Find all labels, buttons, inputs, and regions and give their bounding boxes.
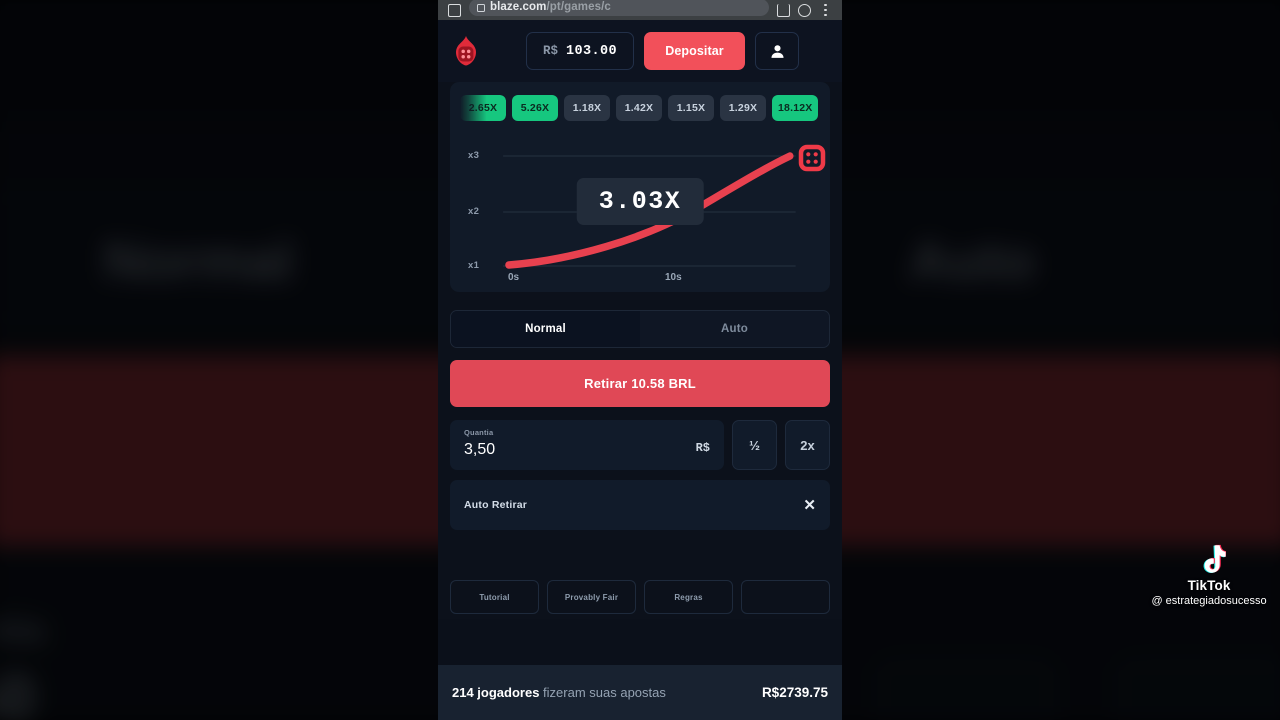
download-icon[interactable]	[777, 3, 790, 17]
balance-amount: 103.00	[566, 43, 618, 59]
lock-icon	[477, 3, 485, 12]
balance-display[interactable]: R$ 103.00	[526, 32, 634, 70]
history-chip[interactable]: 2.65X	[460, 95, 506, 121]
history-chip[interactable]: 1.15X	[668, 95, 714, 121]
tabs-icon[interactable]	[448, 3, 461, 17]
players-text: fizeram suas apostas	[539, 685, 666, 700]
y-tick-x1: x1	[468, 260, 480, 271]
players-status: 214 jogadores fizeram suas apostas	[452, 685, 666, 700]
tab-auto[interactable]: Auto	[640, 311, 829, 347]
amount-row: Quantia R$ ½ 2x	[450, 420, 830, 470]
history-chip[interactable]: 5.26X	[512, 95, 558, 121]
bet-controls: Normal Auto Retirar 10.58 BRL Quantia R$…	[438, 310, 842, 530]
game-panel: 2.65X 5.26X 1.18X 1.42X 1.15X 1.29X 18.1…	[450, 82, 830, 292]
kebab-menu-icon[interactable]	[819, 3, 832, 17]
person-icon	[770, 44, 784, 58]
account-button[interactable]	[755, 32, 799, 70]
y-tick-x3: x3	[468, 150, 480, 161]
status-spacer	[438, 619, 842, 665]
players-count: 214 jogadores	[452, 685, 540, 700]
provably-fair-button[interactable]: Provably Fair	[547, 580, 636, 614]
bets-status-bar: 214 jogadores fizeram suas apostas R$273…	[438, 665, 842, 720]
amount-input[interactable]	[464, 441, 624, 459]
phone-viewport: blaze.com/pt/games/c R$ 103.00 Depositar	[438, 0, 842, 720]
amount-input-wrapper[interactable]: Quantia R$	[450, 420, 724, 470]
tab-normal[interactable]: Normal	[451, 311, 640, 347]
total-bets-amount: R$2739.75	[761, 685, 828, 700]
tutorial-button[interactable]: Tutorial	[450, 580, 539, 614]
cashout-button[interactable]: Retirar 10.58 BRL	[450, 360, 830, 407]
account-circle-icon[interactable]	[798, 3, 811, 17]
screen-root: x1 0s Normal Auto Quantia 3,50 ½ 2x bla	[0, 0, 1280, 720]
dice-cursor-icon	[798, 144, 826, 172]
footer-links: Tutorial Provably Fair Regras	[438, 580, 842, 614]
history-chip[interactable]: 18.12X	[772, 95, 819, 121]
halve-amount-button[interactable]: ½	[732, 420, 777, 470]
mode-tabs: Normal Auto	[450, 310, 830, 348]
auto-cashout-row[interactable]: Auto Retirar ✕	[450, 480, 830, 530]
amount-currency: R$	[695, 441, 710, 455]
balance-currency: R$	[542, 44, 558, 58]
blaze-flame-dice-logo[interactable]	[452, 36, 480, 66]
app-header: R$ 103.00 Depositar	[438, 20, 842, 82]
history-chip[interactable]: 1.42X	[616, 95, 662, 121]
auto-cashout-label: Auto Retirar	[464, 499, 528, 511]
deposit-button[interactable]: Depositar	[644, 32, 745, 70]
history-chip[interactable]: 1.29X	[720, 95, 766, 121]
multiplier-history: 2.65X 5.26X 1.18X 1.42X 1.15X 1.29X 18.1…	[460, 94, 820, 122]
double-amount-button[interactable]: 2x	[785, 420, 830, 470]
y-tick-x2: x2	[468, 206, 480, 217]
close-icon[interactable]: ✕	[803, 498, 816, 513]
x-tick-0s: 0s	[508, 272, 520, 283]
footer-button-obscured[interactable]	[741, 580, 830, 614]
browser-toolbar: blaze.com/pt/games/c	[438, 0, 842, 20]
address-bar[interactable]: blaze.com/pt/games/c	[469, 0, 769, 16]
current-multiplier: 3.03X	[576, 178, 704, 225]
crash-graph: x3 x2 x1 0s 10s 3.03X	[460, 134, 826, 284]
x-tick-10s: 10s	[665, 272, 682, 283]
history-chip[interactable]: 1.18X	[564, 95, 610, 121]
regras-button[interactable]: Regras	[644, 580, 733, 614]
url-text: blaze.com/pt/games/c	[490, 0, 611, 13]
amount-label: Quantia	[464, 428, 494, 437]
